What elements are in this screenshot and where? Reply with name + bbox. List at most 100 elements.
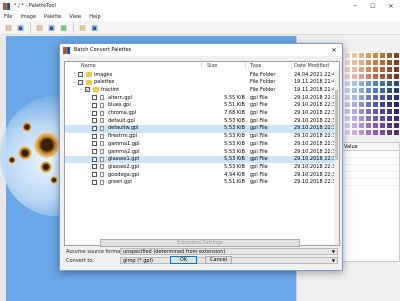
- palette-swatch[interactable]: [344, 52, 351, 59]
- extended-settings-button[interactable]: Extended Settings: [100, 239, 300, 247]
- palette-swatch[interactable]: [372, 101, 379, 108]
- palette-swatch[interactable]: [351, 129, 358, 136]
- name-column-header[interactable]: Name: [81, 63, 96, 69]
- palette-swatch[interactable]: [393, 129, 400, 136]
- palette-swatch[interactable]: [358, 115, 365, 122]
- column-divider[interactable]: [201, 62, 202, 69]
- property-row[interactable]: [341, 179, 399, 186]
- palette-swatch[interactable]: [351, 80, 358, 87]
- palette-swatch[interactable]: [365, 122, 372, 129]
- palette-swatch[interactable]: [365, 87, 372, 94]
- palette-swatch[interactable]: [365, 52, 372, 59]
- file-row[interactable]: gamma2.gpl 5,53 KiB gpl File 29.10.2018 22:…: [65, 148, 339, 156]
- palette-swatch[interactable]: [358, 52, 365, 59]
- palette-swatch[interactable]: [372, 59, 379, 66]
- property-row[interactable]: [341, 172, 399, 179]
- property-row[interactable]: [341, 151, 399, 158]
- row-checkbox[interactable]: [92, 95, 97, 101]
- folder-row[interactable]: ⌄ palettes File Folder 19.11.2018 21:44: [65, 79, 339, 87]
- file-row[interactable]: blues.gpl 5,51 KiB gpl File 29.10.2018 22:3…: [65, 102, 339, 110]
- palette-swatch[interactable]: [344, 87, 351, 94]
- palette-swatch[interactable]: [393, 59, 400, 66]
- row-checkbox[interactable]: [92, 133, 97, 139]
- row-checkbox[interactable]: [78, 79, 83, 85]
- column-divider[interactable]: [291, 62, 292, 69]
- palette-swatch[interactable]: [358, 73, 365, 80]
- palette-swatch[interactable]: [386, 73, 393, 80]
- palette-swatch[interactable]: [365, 108, 372, 115]
- palette-swatch[interactable]: [365, 115, 372, 122]
- row-checkbox[interactable]: [92, 164, 97, 170]
- palette-swatch[interactable]: [358, 101, 365, 108]
- palette-swatch[interactable]: [344, 66, 351, 73]
- row-checkbox[interactable]: [78, 72, 83, 77]
- palette-export-icon[interactable]: ▦: [58, 23, 69, 33]
- palette-swatch[interactable]: [358, 80, 365, 87]
- palette-swatch[interactable]: [351, 108, 358, 115]
- chevron-right-icon[interactable]: ›: [72, 71, 77, 77]
- file-row[interactable]: glasses2.gpl 5,53 KiB gpl File 29.10.2018 2…: [65, 163, 339, 171]
- palette-swatch[interactable]: [386, 94, 393, 101]
- palette-swatch[interactable]: [379, 115, 386, 122]
- palette-swatch[interactable]: [372, 129, 379, 136]
- palette-swatch[interactable]: [351, 101, 358, 108]
- palette-swatch[interactable]: [379, 59, 386, 66]
- file-row[interactable]: chroma.gpl 7,68 KiB gpl File 29.10.2018 22:…: [65, 110, 339, 118]
- file-row[interactable]: goodega.gpl 4,94 KiB gpl File 29.10.2018 22…: [65, 171, 339, 179]
- palette-swatch[interactable]: [358, 87, 365, 94]
- palette-swatch[interactable]: [351, 66, 358, 73]
- palette-swatch[interactable]: [351, 59, 358, 66]
- cancel-button[interactable]: Cancel: [205, 256, 232, 264]
- open-image-icon[interactable]: ▤: [3, 23, 14, 33]
- palette-swatch[interactable]: [365, 73, 372, 80]
- row-checkbox[interactable]: [92, 149, 97, 154]
- palette-swatch[interactable]: [393, 73, 400, 80]
- file-row[interactable]: altern.gpl 5,55 KiB gpl File 29.10.2018 22:…: [65, 94, 339, 102]
- palette-swatch[interactable]: [344, 101, 351, 108]
- size-column-header[interactable]: Size: [207, 63, 217, 69]
- row-checkbox[interactable]: [92, 110, 97, 116]
- property-row[interactable]: [341, 158, 399, 165]
- palette-swatch[interactable]: [393, 122, 400, 129]
- palette-swatch[interactable]: [379, 87, 386, 94]
- palette-swatch[interactable]: [344, 129, 351, 136]
- open-palette-icon[interactable]: ▤: [34, 23, 45, 33]
- date-column-header[interactable]: Date Modified: [294, 63, 329, 69]
- palette-swatch[interactable]: [372, 115, 379, 122]
- palette-swatch[interactable]: [344, 94, 351, 101]
- palette-swatch[interactable]: [344, 59, 351, 66]
- palette-swatch[interactable]: [386, 66, 393, 73]
- palette-swatch[interactable]: [358, 122, 365, 129]
- assume-format-select[interactable]: unspecified (determined from extension) …: [120, 248, 338, 255]
- batch-icon[interactable]: ▤: [77, 23, 88, 33]
- palette-swatch[interactable]: [393, 87, 400, 94]
- palette-swatch[interactable]: [351, 87, 358, 94]
- minimize-button[interactable]: ─: [346, 0, 364, 12]
- palette-grid[interactable]: [344, 52, 400, 142]
- palette-swatch[interactable]: [386, 101, 393, 108]
- palette-swatch[interactable]: [393, 80, 400, 87]
- palette-swatch[interactable]: [358, 108, 365, 115]
- palette-swatch[interactable]: [365, 94, 372, 101]
- palette-swatch[interactable]: [372, 80, 379, 87]
- menu-view[interactable]: View: [65, 14, 85, 20]
- file-row[interactable]: defaultw.gpl 5,53 KiB gpl File 29.10.2018 2…: [65, 124, 339, 133]
- tree-scrollbar[interactable]: [334, 70, 339, 245]
- row-checkbox[interactable]: [92, 179, 97, 185]
- palette-swatch[interactable]: [379, 122, 386, 129]
- palette-swatch[interactable]: [365, 59, 372, 66]
- save-palette-icon[interactable]: ▣: [46, 23, 57, 33]
- palette-swatch[interactable]: [386, 87, 393, 94]
- palette-swatch[interactable]: [372, 87, 379, 94]
- file-row[interactable]: firestrm.gpl 5,53 KiB gpl File 29.10.2018 2…: [65, 133, 339, 141]
- palette-swatch[interactable]: [386, 52, 393, 59]
- palette-swatch[interactable]: [344, 73, 351, 80]
- palette-swatch[interactable]: [351, 122, 358, 129]
- row-checkbox[interactable]: [92, 156, 97, 162]
- menu-image[interactable]: Image: [16, 14, 40, 20]
- file-row[interactable]: default.gpl 5,53 KiB gpl File 29.10.2018 22…: [65, 117, 339, 125]
- palette-swatch[interactable]: [386, 115, 393, 122]
- property-row[interactable]: [341, 165, 399, 172]
- folder-row[interactable]: › images File Folder 24.04.2021 22:42: [65, 71, 339, 79]
- maximize-button[interactable]: ☐: [364, 0, 382, 12]
